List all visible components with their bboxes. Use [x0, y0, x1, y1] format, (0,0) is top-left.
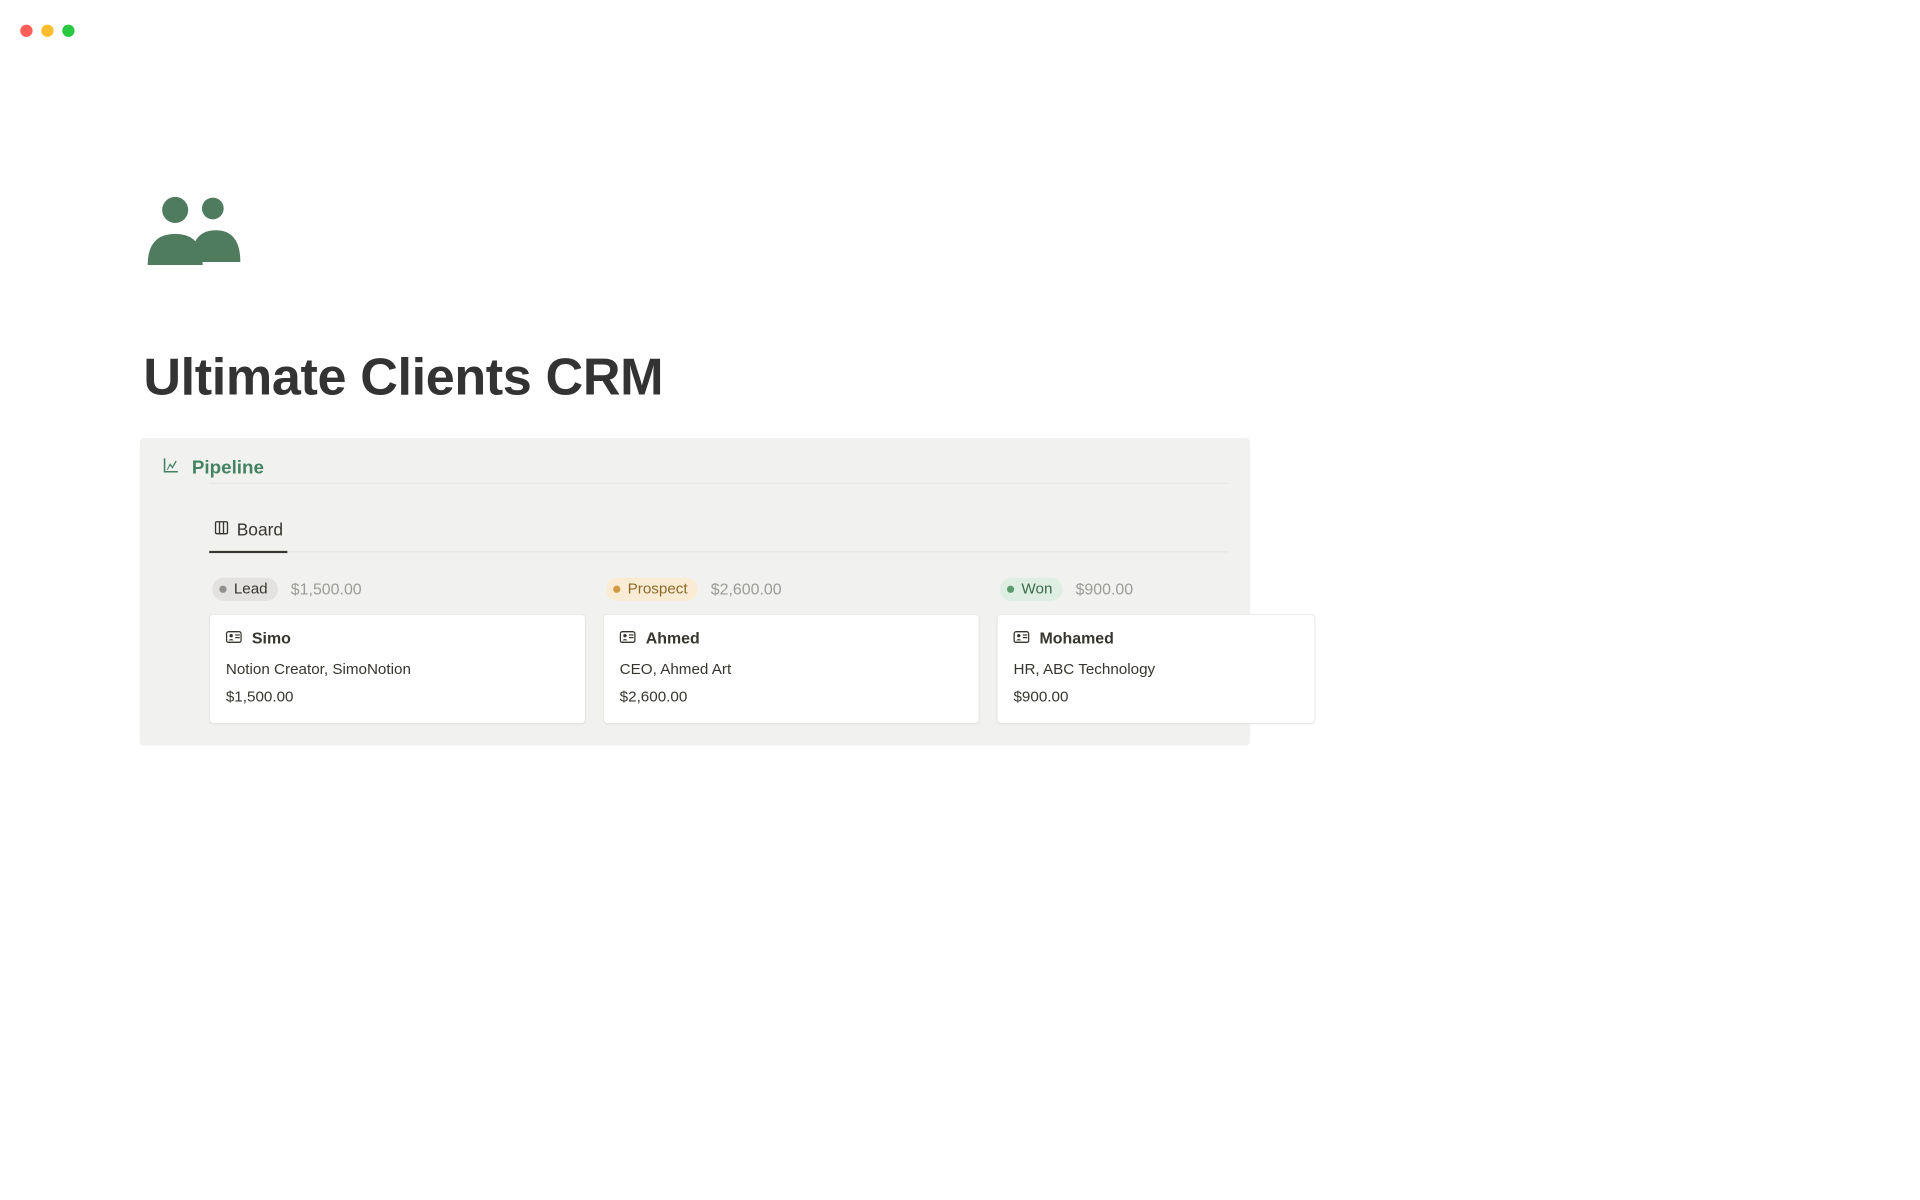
- card-lead-0[interactable]: Simo Notion Creator, SimoNotion $1,500.0…: [209, 614, 585, 724]
- card-amount: $1,500.00: [226, 688, 569, 705]
- pipeline-callout: Pipeline Board: [140, 438, 1250, 746]
- page-title: Ultimate Clients CRM: [143, 347, 663, 406]
- status-pill-prospect: Prospect: [606, 578, 698, 601]
- card-amount: $2,600.00: [620, 688, 963, 705]
- id-card-icon: [226, 630, 242, 647]
- card-subtitle: CEO, Ahmed Art: [620, 661, 963, 678]
- column-total-lead: $1,500.00: [291, 580, 362, 599]
- tab-divider: [287, 514, 1228, 552]
- people-icon: [143, 194, 244, 270]
- card-subtitle: Notion Creator, SimoNotion: [226, 661, 569, 678]
- minimize-window-button[interactable]: [41, 25, 53, 37]
- column-lead: Lead $1,500.00: [209, 578, 585, 724]
- column-total-won: $900.00: [1076, 580, 1134, 599]
- card-prospect-0[interactable]: Ahmed CEO, Ahmed Art $2,600.00: [603, 614, 979, 724]
- tab-label: Board: [237, 520, 283, 540]
- tab-board[interactable]: Board: [209, 514, 287, 553]
- card-won-0[interactable]: Mohamed HR, ABC Technology $900.00: [997, 614, 1316, 724]
- status-dot-icon: [219, 586, 226, 593]
- status-dot-icon: [1007, 586, 1014, 593]
- board-columns: Lead $1,500.00: [209, 578, 1228, 724]
- id-card-icon: [1013, 630, 1029, 647]
- status-pill-lead: Lead: [212, 578, 278, 601]
- status-dot-icon: [613, 586, 620, 593]
- chart-icon: [161, 456, 180, 478]
- status-label: Won: [1021, 581, 1052, 598]
- column-header-prospect[interactable]: Prospect $2,600.00: [603, 578, 979, 601]
- id-card-icon: [620, 630, 636, 647]
- pipeline-label: Pipeline: [192, 456, 264, 478]
- column-prospect: Prospect $2,600.00: [603, 578, 979, 724]
- column-won: Won $900.00: [997, 578, 1373, 724]
- status-pill-won: Won: [1000, 578, 1063, 601]
- window-traffic-lights[interactable]: [20, 25, 74, 37]
- board-icon: [214, 520, 230, 541]
- card-name: Mohamed: [1040, 629, 1114, 648]
- pipeline-header: Pipeline: [161, 456, 1228, 478]
- status-label: Lead: [234, 581, 268, 598]
- column-header-lead[interactable]: Lead $1,500.00: [209, 578, 585, 601]
- card-subtitle: HR, ABC Technology: [1013, 661, 1298, 678]
- fullscreen-window-button[interactable]: [62, 25, 74, 37]
- view-tabs: Board: [209, 514, 1228, 553]
- pipeline-body: Board Lead $1,500.00: [209, 483, 1228, 724]
- card-amount: $900.00: [1013, 688, 1298, 705]
- status-label: Prospect: [628, 581, 688, 598]
- column-total-prospect: $2,600.00: [711, 580, 782, 599]
- column-header-won[interactable]: Won $900.00: [997, 578, 1373, 601]
- close-window-button[interactable]: [20, 25, 32, 37]
- card-name: Simo: [252, 629, 291, 648]
- card-name: Ahmed: [646, 629, 700, 648]
